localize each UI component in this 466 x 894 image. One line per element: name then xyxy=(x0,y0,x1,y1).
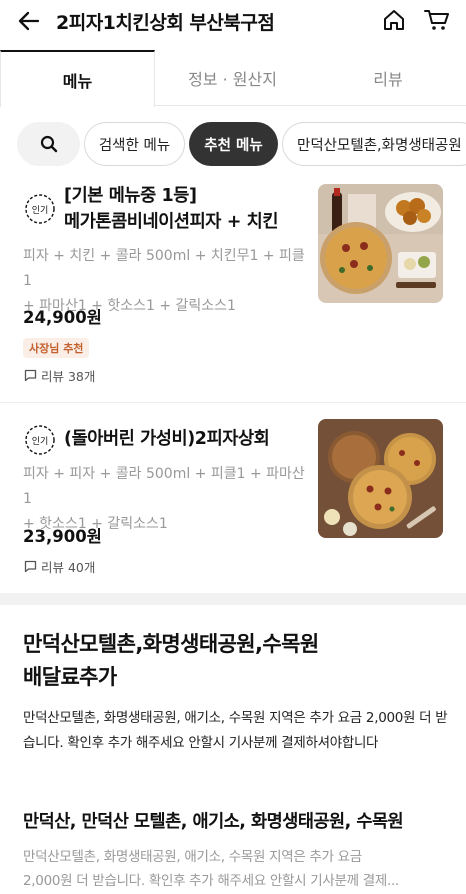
menu-item-price: 23,900원 xyxy=(23,527,102,546)
menu-filter-chips: 검색한 메뉴 추천 메뉴 만덕산모텔촌,화명생태공원 xyxy=(0,118,466,172)
popular-badge: 인기 xyxy=(23,423,57,457)
menu-item-price: 24,900원 xyxy=(23,308,102,327)
area-item-description-line1: 만덕산모텔촌, 화명생태공원, 애기소, 수목원 지역은 추가 요금 xyxy=(23,849,362,865)
search-icon xyxy=(40,135,57,153)
store-title: 2피자1치킨상회 부산북구점 xyxy=(56,12,275,34)
menu-item-review-count: 리뷰 40개 xyxy=(24,557,95,576)
arrow-left-icon xyxy=(18,11,40,31)
cart-icon xyxy=(424,10,449,30)
menu-item-title: [기본 메뉴중 1등] xyxy=(64,186,197,206)
menu-item-photo xyxy=(318,419,443,538)
comment-icon xyxy=(24,560,37,573)
popular-badge-label: 인기 xyxy=(31,205,49,216)
tab-info-origin[interactable]: 정보 · 원산지 xyxy=(155,50,310,106)
tab-reviews[interactable]: 리뷰 xyxy=(310,50,466,106)
chip-searched-menu[interactable]: 검색한 메뉴 xyxy=(84,122,185,166)
menu-item-description-line1: 피자 + 치킨 + 콜라 500ml + 치킨무1 + 피클1 xyxy=(23,248,305,289)
owner-pick-badge: 사장님 추천 xyxy=(23,338,90,358)
top-header: 2피자1치킨상회 부산북구점 xyxy=(0,0,466,44)
menu-item[interactable]: 인기 [기본 메뉴중 1등] 메가톤콤비네이션피자 + 치킨 피자 + 치킨 +… xyxy=(0,180,466,402)
category-title-line1: 만덕산모텔촌,화명생태공원,수목원 xyxy=(23,632,319,656)
area-item-title[interactable]: 만덕산, 만덕산 모텔촌, 애기소, 화명생태공원, 수목원 xyxy=(23,808,404,833)
popular-badge: 인기 xyxy=(23,192,57,226)
comment-icon xyxy=(24,369,37,382)
tab-menu[interactable]: 메뉴 xyxy=(0,50,155,107)
menu-item-description-line1: 피자 + 피자 + 콜라 500ml + 피클1 + 파마산1 xyxy=(23,466,305,507)
review-count-label: 리뷰 38개 xyxy=(41,369,96,384)
home-button[interactable] xyxy=(379,5,409,35)
cart-button[interactable] xyxy=(422,5,452,35)
category-section-title: 만덕산모텔촌,화명생태공원,수목원 배달료추가 xyxy=(23,628,443,694)
chip-recommended-menu[interactable]: 추천 메뉴 xyxy=(189,122,278,166)
menu-item-title-line2: 메가톤콤비네이션피자 + 치킨 xyxy=(64,212,279,232)
popular-badge-label: 인기 xyxy=(31,436,49,447)
category-title-line2: 배달료추가 xyxy=(23,665,117,689)
tab-bar: 메뉴 정보 · 원산지 리뷰 xyxy=(0,50,466,107)
menu-item-photo xyxy=(318,184,443,303)
back-button[interactable] xyxy=(14,6,44,36)
chip-delivery-area[interactable]: 만덕산모텔촌,화명생태공원 xyxy=(282,122,466,166)
area-item-description: 만덕산모텔촌, 화명생태공원, 애기소, 수목원 지역은 추가 요금 2,000… xyxy=(23,845,443,893)
category-description: 만덕산모텔촌, 화명생태공원, 애기소, 수목원 지역은 추가 요금 2,000… xyxy=(23,710,448,751)
section-divider xyxy=(0,593,466,605)
home-icon xyxy=(384,10,404,30)
two-pizzas-photo xyxy=(318,419,443,538)
pizza-chicken-photo xyxy=(318,184,443,303)
menu-item-review-count: 리뷰 38개 xyxy=(24,366,95,385)
menu-item[interactable]: 인기 (돌아버린 가성비)2피자상회 피자 + 피자 + 콜라 500ml + … xyxy=(0,403,466,593)
menu-search-button[interactable] xyxy=(17,122,80,166)
review-count-label: 리뷰 40개 xyxy=(41,560,96,575)
menu-item-title: (돌아버린 가성비)2피자상회 xyxy=(64,429,270,449)
area-item-description-line2: 2,000원 더 받습니다. 확인후 추가 해주세요 안할시 기사분께 결제..… xyxy=(23,873,399,889)
